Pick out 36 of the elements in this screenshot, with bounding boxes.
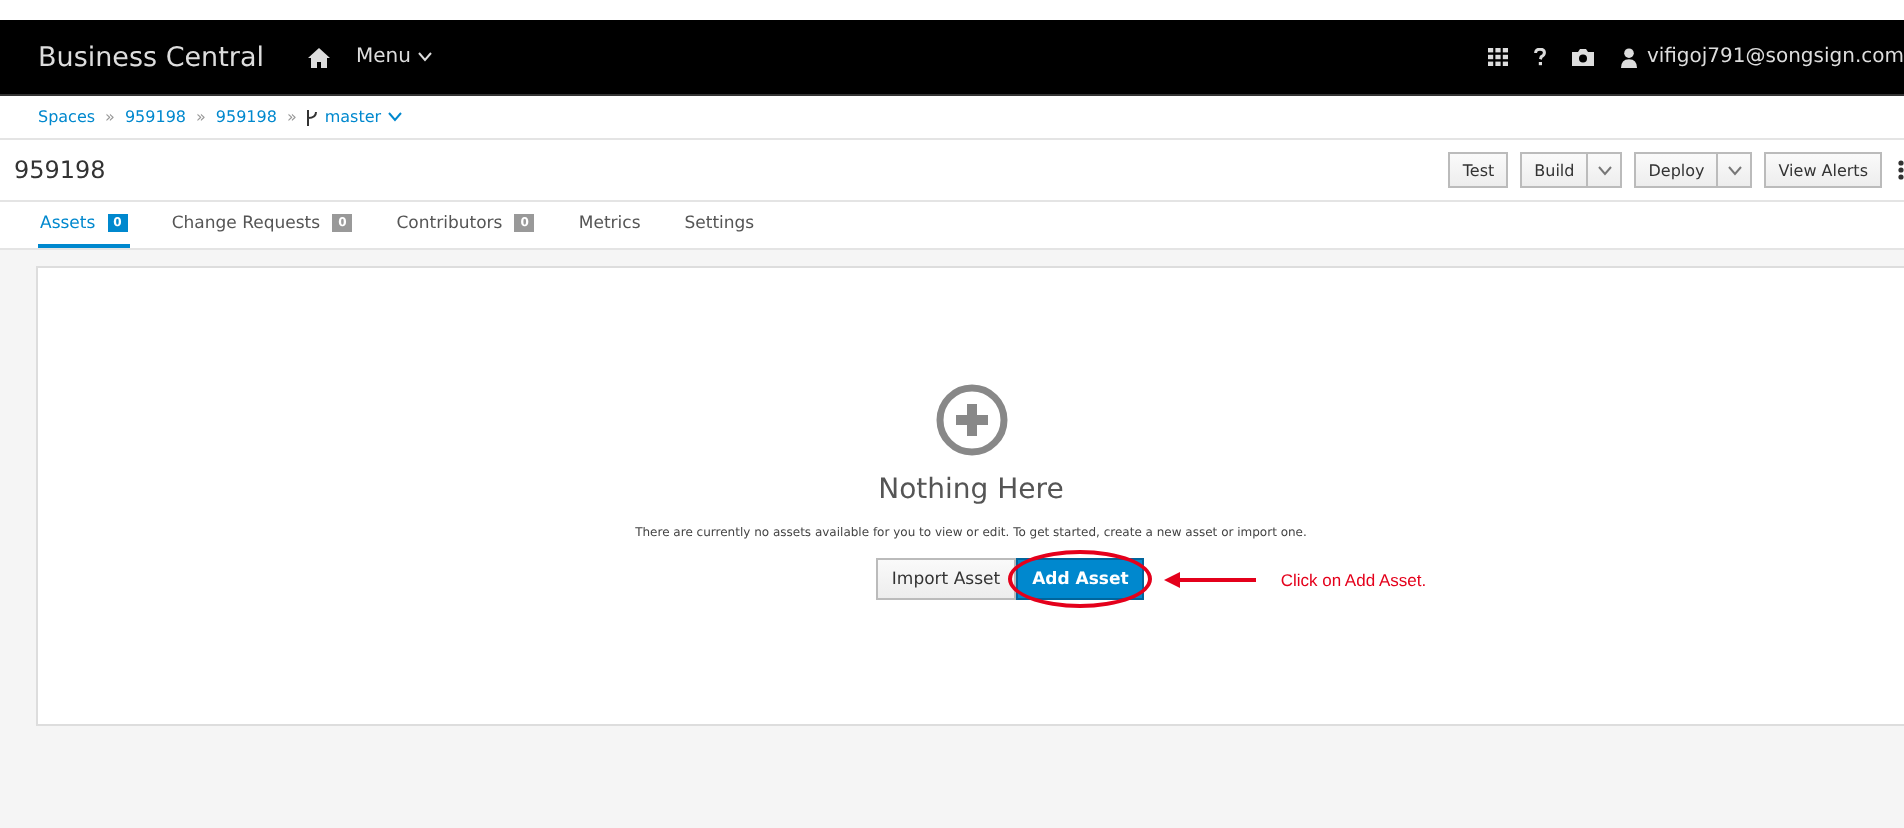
camera-icon[interactable] [1572, 48, 1595, 66]
grid-icon[interactable] [1488, 48, 1509, 66]
chevron-down-icon [418, 52, 433, 62]
menu-dropdown[interactable]: Menu [355, 46, 433, 68]
annotation-arrow [1164, 571, 1257, 587]
branch-dropdown[interactable]: master [306, 108, 402, 126]
app-title: Business Central [38, 41, 264, 73]
breadcrumb-separator: » [196, 108, 206, 126]
dropdown-toggle[interactable] [1588, 152, 1623, 188]
annotation-text: Click on Add Asset. [1280, 569, 1427, 589]
toolbar-button[interactable]: Test [1448, 152, 1509, 188]
user-icon [1620, 47, 1639, 67]
breadcrumb-separator: » [105, 108, 115, 126]
import-asset-button[interactable]: Import Asset [875, 558, 1017, 600]
tab[interactable]: Settings [682, 202, 757, 248]
toolbar-button[interactable]: Build [1520, 152, 1589, 188]
branch-icon [306, 109, 319, 125]
project-title: 959198 [14, 156, 106, 184]
help-icon[interactable] [1534, 48, 1547, 66]
dropdown-toggle[interactable] [1718, 152, 1753, 188]
breadcrumb-link[interactable]: 959198 [215, 108, 277, 126]
chevron-down-icon [387, 112, 402, 122]
toolbar-button[interactable]: View Alerts [1764, 152, 1882, 188]
add-asset-button[interactable]: Add Asset [1016, 558, 1145, 600]
tab[interactable]: Metrics [576, 202, 643, 248]
toolbar-button[interactable]: Deploy [1634, 152, 1719, 188]
kebab-menu-icon[interactable] [1898, 160, 1904, 180]
breadcrumb-link[interactable]: 959198 [124, 108, 186, 126]
add-circle-icon [935, 384, 1007, 456]
chevron-down-icon [1597, 165, 1612, 175]
breadcrumb-link[interactable]: Spaces [38, 108, 96, 126]
user-menu[interactable]: vifigoj791@songsign.com [1620, 46, 1904, 68]
home-icon[interactable] [307, 47, 330, 67]
chevron-down-icon [1727, 165, 1742, 175]
breadcrumb-separator: » [286, 108, 297, 126]
empty-state-heading: Nothing Here [878, 474, 1064, 506]
